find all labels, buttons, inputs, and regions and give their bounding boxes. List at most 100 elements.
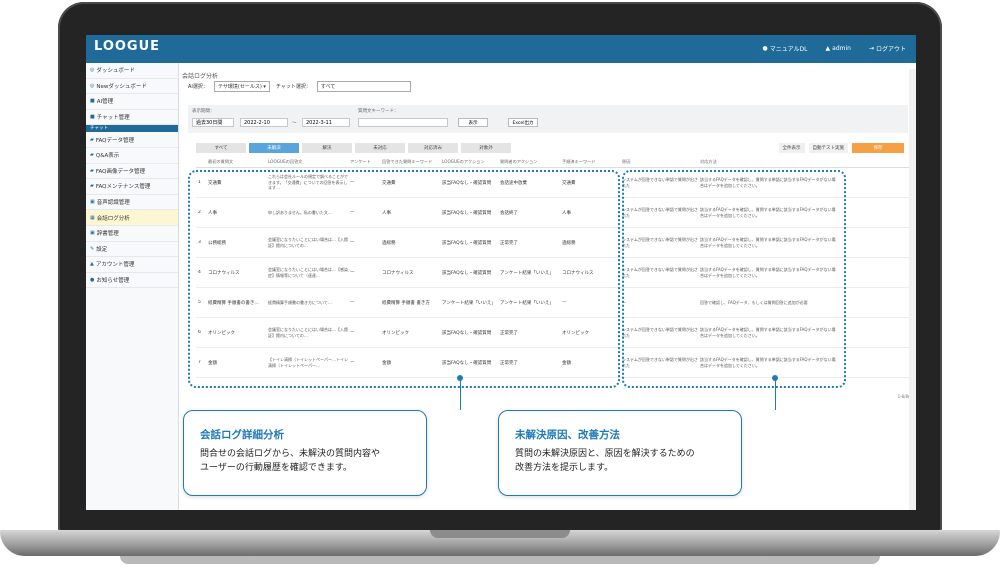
logout-label: ログアウト bbox=[875, 46, 906, 53]
sidebar-item-label: 音声認識管理 bbox=[96, 200, 130, 207]
sidebar-item-label: 辞書管理 bbox=[96, 231, 119, 238]
table-icon: ▦ bbox=[90, 214, 95, 221]
connector-line-left bbox=[460, 380, 461, 410]
sidebar-item-label: Q&A表示 bbox=[95, 153, 120, 160]
column-header: 回答できた質問キーワード bbox=[382, 159, 433, 164]
show-button[interactable]: 表示 bbox=[458, 118, 488, 127]
period-preset-select[interactable]: 過去30日間 bbox=[192, 118, 234, 127]
sidebar-item-new-dashboard[interactable]: ◎ Newダッシュボード bbox=[86, 79, 178, 95]
sidebar-item-dashboard[interactable]: ◎ ダッシュボード bbox=[86, 63, 178, 79]
tab-handled[interactable]: 対応済み bbox=[408, 143, 458, 153]
table-tools: 全件表示 自動テスト実施 保存 bbox=[778, 143, 904, 153]
excel-export-button[interactable]: Excel出力 bbox=[508, 118, 538, 127]
sidebar-item-label: 会話ログ分析 bbox=[96, 215, 130, 222]
sidebar-item-label: FAQデータ管理 bbox=[95, 137, 135, 144]
app-logo: LOOGUE bbox=[94, 39, 161, 54]
sidebar-item-label: チャット管理 bbox=[96, 115, 130, 122]
app-header: LOOGUE ● マニュアルDL ▲ admin ⇥ ログアウト bbox=[86, 35, 916, 63]
sidebar-item-label: お知らせ管理 bbox=[96, 278, 130, 285]
column-header: 質問者のアクション bbox=[500, 159, 538, 164]
tab-unhandled[interactable]: 未対応 bbox=[355, 143, 405, 153]
sidebar-section-chat: チャット bbox=[86, 125, 178, 133]
search-panel: 表示期間： 過去30日間 2022-2-10 〜 2022-3-11 質問文キー… bbox=[188, 105, 908, 133]
sidebar-item-accounts[interactable]: ▲ アカウント管理 bbox=[86, 257, 178, 273]
ai-select-value: テサ環境(セールス) bbox=[217, 84, 262, 90]
sidebar-item-faq-image[interactable]: ▰ FAQ画像データ管理 bbox=[86, 164, 178, 180]
user-name: admin bbox=[832, 45, 851, 52]
chat-icon: ▰ bbox=[90, 152, 94, 159]
sidebar-item-chat[interactable]: ■ チャット管理 bbox=[86, 110, 178, 126]
sidebar-item-label: ダッシュボード bbox=[96, 68, 135, 75]
column-header: LOOGUEの回答文 bbox=[268, 159, 303, 164]
tab-all[interactable]: すべて bbox=[196, 143, 246, 153]
auto-test-button[interactable]: 自動テスト実施 bbox=[808, 143, 848, 153]
user-icon: ▲ bbox=[825, 45, 831, 52]
tab-excluded[interactable]: 対象外 bbox=[461, 143, 511, 153]
date-separator: 〜 bbox=[292, 121, 297, 126]
user-menu[interactable]: ▲ admin bbox=[826, 45, 851, 52]
filters-bar: AI選択： テサ環境(セールス) ▾ チャット選択： すべて bbox=[188, 81, 411, 92]
save-button[interactable]: 保存 bbox=[852, 143, 904, 153]
status-tabs: すべて 未解決 解決 未対応 対応済み 対象外 bbox=[196, 143, 514, 153]
book-icon: ▣ bbox=[90, 199, 95, 206]
callout-line: 改善方法を提示します。 bbox=[515, 463, 614, 473]
chat-icon: ▰ bbox=[90, 183, 94, 190]
date-from-value: 2022-2-10 bbox=[244, 119, 270, 126]
chat-icon: ▰ bbox=[90, 167, 94, 174]
manual-label: マニュアルDL bbox=[769, 46, 808, 53]
sidebar-item-label: FAQ画像データ管理 bbox=[95, 168, 146, 175]
column-header: 原因 bbox=[622, 159, 631, 164]
date-to-input[interactable]: 2022-3-11 bbox=[302, 118, 350, 127]
sidebar-item-label: FAQメンテナンス管理 bbox=[95, 184, 151, 191]
column-header: アンケート bbox=[350, 159, 371, 164]
tab-unresolved[interactable]: 未解決 bbox=[249, 143, 299, 153]
highlight-cause-method bbox=[622, 170, 846, 388]
chat-icon: ▰ bbox=[90, 136, 94, 143]
period-preset-value: 過去30日間 bbox=[196, 120, 223, 126]
chat-select[interactable]: すべて bbox=[316, 81, 411, 92]
scrollbar[interactable] bbox=[909, 69, 916, 510]
show-all-button[interactable]: 全件表示 bbox=[778, 143, 805, 153]
manual-download-link[interactable]: ● マニュアルDL bbox=[762, 44, 807, 53]
ai-select[interactable]: テサ環境(セールス) ▾ bbox=[213, 81, 270, 92]
ai-filter-label: AI選択： bbox=[188, 84, 208, 90]
keyword-input[interactable] bbox=[358, 118, 448, 127]
book-icon: ▣ bbox=[90, 230, 95, 237]
sidebar-item-label: Newダッシュボード bbox=[96, 83, 147, 90]
callout-description: 問合せの会話ログから、未解決の質問内容や ユーザーの行動履歴を確認できます。 bbox=[200, 447, 380, 475]
sidebar-item-settings[interactable]: ✎ 設定 bbox=[86, 242, 178, 258]
sidebar-item-dictionary[interactable]: ▣ 辞書管理 bbox=[86, 226, 178, 242]
sidebar-item-log-analysis[interactable]: ▦ 会話ログ分析 bbox=[86, 210, 178, 226]
date-to-value: 2022-3-11 bbox=[306, 119, 332, 126]
info-icon: ● bbox=[762, 45, 768, 52]
page-title: 会話ログ分析 bbox=[182, 73, 219, 80]
logout-link[interactable]: ⇥ ログアウト bbox=[869, 44, 906, 53]
sidebar-item-label: AI管理 bbox=[96, 99, 114, 106]
grid-icon: ■ bbox=[90, 114, 95, 121]
sidebar-item-faq-maintenance[interactable]: ▰ FAQメンテナンス管理 bbox=[86, 179, 178, 195]
table-header: 最初の質問文 LOOGUEの回答文 アンケート 回答できた質問キーワード LOO… bbox=[196, 157, 916, 168]
sidebar: ◎ ダッシュボード ◎ Newダッシュボード ■ AI管理 ■ チャット管理 チャット … bbox=[86, 63, 179, 510]
callout-log-detail: 会話ログ詳細分析 問合せの会話ログから、未解決の質問内容や ユーザーの行動履歴を… bbox=[183, 410, 427, 496]
callout-line: 問合せの会話ログから、未解決の質問内容や bbox=[200, 449, 381, 459]
date-from-input[interactable]: 2022-2-10 bbox=[240, 118, 288, 127]
tab-resolved[interactable]: 解決 bbox=[302, 143, 352, 153]
sidebar-item-qa[interactable]: ▰ Q&A表示 bbox=[86, 148, 178, 164]
callout-cause-method: 未解決原因、改善方法 質問の未解決原因と、原因を解決するための 改善方法を提示し… bbox=[498, 410, 742, 496]
column-header: 対応方法 bbox=[700, 159, 717, 164]
grid-icon: ■ bbox=[90, 98, 95, 105]
sidebar-item-notices[interactable]: ● お知らせ管理 bbox=[86, 273, 178, 289]
logout-icon: ⇥ bbox=[868, 45, 874, 52]
sidebar-item-ai[interactable]: ■ AI管理 bbox=[86, 94, 178, 110]
sidebar-item-label: アカウント管理 bbox=[95, 262, 135, 269]
callout-description: 質問の未解決原因と、原因を解決するための 改善方法を提示します。 bbox=[515, 447, 695, 475]
sidebar-item-voice[interactable]: ▣ 音声認識管理 bbox=[86, 195, 178, 211]
sidebar-item-faq-data[interactable]: ▰ FAQデータ管理 bbox=[86, 132, 178, 148]
info-icon: ● bbox=[90, 277, 95, 284]
laptop-foot bbox=[120, 556, 880, 564]
wrench-icon: ✎ bbox=[90, 245, 95, 252]
callout-line: ユーザーの行動履歴を確認できます。 bbox=[200, 463, 352, 473]
connector-line-right bbox=[775, 380, 776, 410]
keyword-label: 質問文キーワード： bbox=[358, 109, 399, 114]
chevron-down-icon: ▾ bbox=[261, 83, 266, 90]
